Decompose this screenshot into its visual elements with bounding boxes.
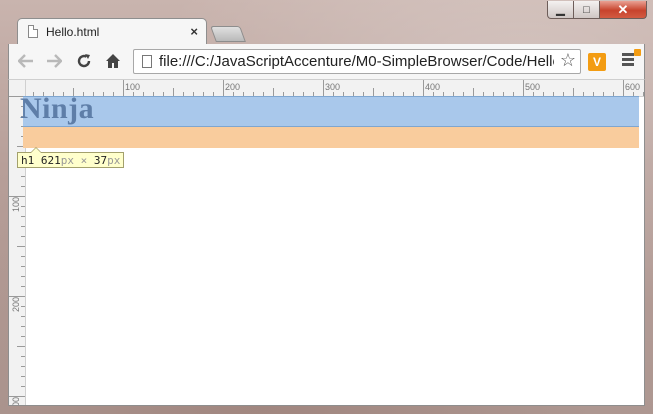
address-bar[interactable]: file:///C:/JavaScriptAccenture/M0-Simple… <box>133 49 581 74</box>
ruler-tick <box>17 346 25 347</box>
forward-button[interactable] <box>44 51 64 71</box>
arrow-left-icon <box>18 54 33 68</box>
new-tab-button[interactable] <box>210 26 246 42</box>
tab-hello[interactable]: Hello.html × <box>17 18 207 44</box>
url-text[interactable]: file:///C:/JavaScriptAccenture/M0-Simple… <box>159 53 554 70</box>
ruler-label: 100 <box>125 82 141 92</box>
ruler-tick <box>21 226 25 227</box>
page-icon <box>28 25 38 38</box>
tooltip-separator: × <box>80 154 88 167</box>
ruler-tick <box>573 88 574 96</box>
home-icon <box>106 54 120 68</box>
back-button[interactable] <box>16 51 36 71</box>
ruler-tick <box>21 336 25 337</box>
ruler-label: 600 <box>625 82 641 92</box>
ruler-tick <box>21 266 25 267</box>
tooltip-tag: h1 <box>21 154 35 167</box>
page-icon <box>142 55 152 68</box>
ruler-label: 400 <box>425 82 441 92</box>
page-viewport: 100 200 300 400 500 600 100 200 300 Ninja h1 62… <box>8 79 645 406</box>
ruler-tick <box>21 376 25 377</box>
ruler-tick <box>21 176 25 177</box>
ruler-tick <box>21 386 25 387</box>
ruler-tick <box>373 88 374 96</box>
minimize-button[interactable]: ▁ <box>547 1 574 19</box>
ruler-tick <box>21 186 25 187</box>
toolbar: file:///C:/JavaScriptAccenture/M0-Simple… <box>8 44 645 79</box>
tooltip-height: 37 <box>93 154 108 167</box>
ruler-tick <box>21 326 25 327</box>
ruler-horizontal: 100 200 300 400 500 600 <box>9 80 644 97</box>
extension-label: V <box>592 55 601 69</box>
ruler-tick <box>323 80 324 96</box>
ruler-tick <box>21 316 25 317</box>
tab-title: Hello.html <box>46 24 100 39</box>
ruler-tick <box>21 256 25 257</box>
extension-icon[interactable]: V <box>588 53 606 71</box>
reload-button[interactable] <box>74 51 94 71</box>
ruler-tick <box>623 80 624 96</box>
ruler-tick <box>473 88 474 96</box>
window-controls: ▁ □ ✕ <box>547 1 647 19</box>
inspector-tooltip: h1 621px × 37px <box>17 147 125 168</box>
ruler-label: 200 <box>225 82 241 92</box>
ruler-tick <box>21 286 25 287</box>
ruler-tick <box>21 356 25 357</box>
close-window-button[interactable]: ✕ <box>600 1 647 19</box>
ruler-tick <box>21 206 25 207</box>
tooltip-width: 621 <box>40 154 61 167</box>
bookmark-star-icon[interactable]: ☆ <box>560 50 576 71</box>
ruler-tick <box>21 236 25 237</box>
ruler-tick <box>423 80 424 96</box>
ruler-tick <box>223 80 224 96</box>
ruler-tick <box>123 80 124 96</box>
ruler-tick <box>21 276 25 277</box>
home-button[interactable] <box>103 51 123 71</box>
tooltip-width-unit: px <box>60 154 74 167</box>
ruler-tick <box>173 88 174 96</box>
update-badge <box>634 49 641 56</box>
ruler-tick <box>17 246 25 247</box>
ruler-label: 300 <box>325 82 341 92</box>
ruler-label: 200 <box>11 296 21 312</box>
tooltip-height-unit: px <box>107 154 121 167</box>
ruler-tick <box>21 366 25 367</box>
ruler-tick <box>273 88 274 96</box>
ruler-label: 300 <box>11 396 21 406</box>
h1-content-highlight <box>23 96 639 127</box>
maximize-button[interactable]: □ <box>574 1 600 19</box>
ruler-tick <box>523 80 524 96</box>
ruler-tick <box>643 92 644 96</box>
ruler-label: 500 <box>525 82 541 92</box>
ruler-tick <box>21 306 25 307</box>
arrow-right-icon <box>47 54 62 68</box>
ruler-label: 100 <box>11 196 21 212</box>
reload-icon <box>77 54 91 68</box>
page-heading: Ninja <box>20 92 95 125</box>
tab-close-button[interactable]: × <box>190 24 198 39</box>
ruler-tick <box>21 216 25 217</box>
